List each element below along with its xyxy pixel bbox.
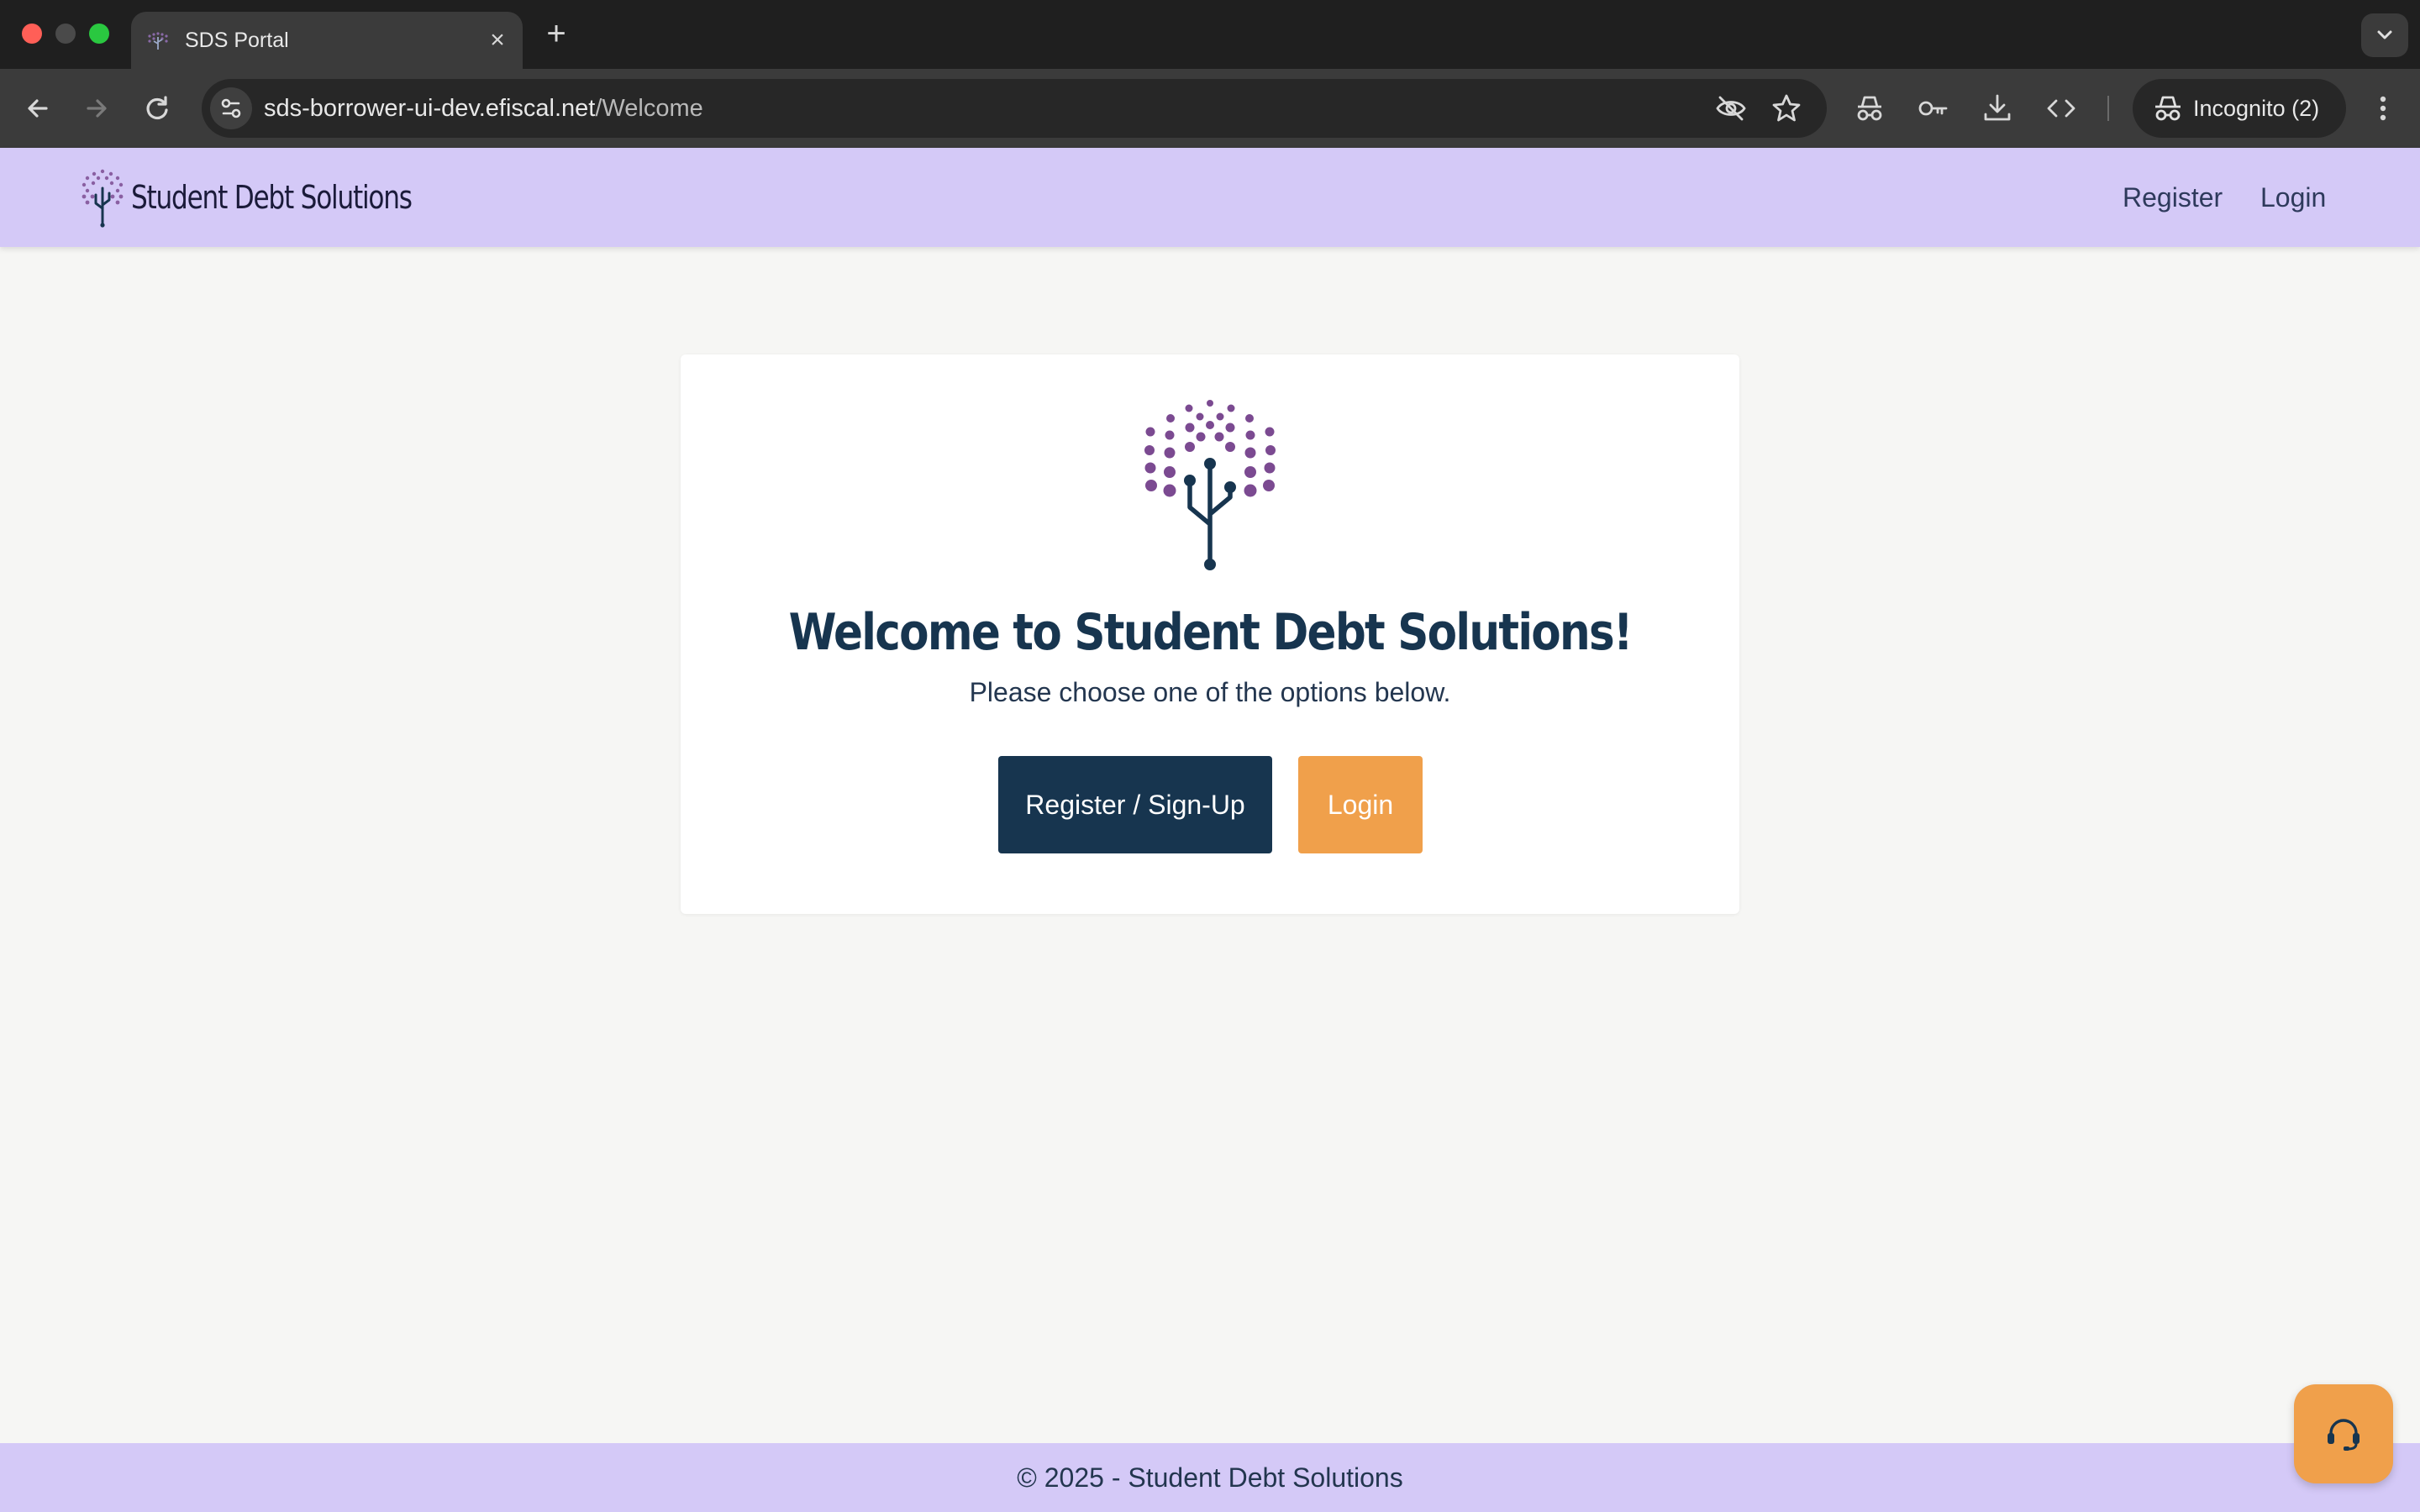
password-key-icon[interactable] bbox=[1914, 89, 1953, 128]
login-button[interactable]: Login bbox=[1298, 756, 1423, 853]
close-icon[interactable]: × bbox=[482, 25, 513, 55]
window-close-button[interactable] bbox=[22, 24, 42, 44]
profile-label: Incognito (2) bbox=[2193, 96, 2320, 121]
url-host: sds-borrower-ui-dev.efiscal.net bbox=[264, 95, 596, 122]
tree-logo-icon bbox=[1144, 400, 1276, 570]
toolbar-divider bbox=[2107, 96, 2109, 121]
url-text[interactable]: sds-borrower-ui-dev.efiscal.net/Welcome bbox=[264, 79, 703, 138]
window-minimize-button[interactable] bbox=[55, 24, 76, 44]
incognito-icon[interactable] bbox=[1850, 89, 1889, 128]
welcome-title-text: Welcome to Student Debt Solutions! bbox=[788, 603, 1633, 662]
register-signup-button[interactable]: Register / Sign-Up bbox=[998, 756, 1272, 853]
browser-tab-bar: SDS Portal × + bbox=[0, 0, 2420, 69]
tree-logo-icon[interactable] bbox=[79, 166, 126, 228]
incognito-icon bbox=[2155, 96, 2181, 121]
welcome-subtitle: Please choose one of the options below. bbox=[969, 677, 1451, 707]
back-arrow-icon[interactable] bbox=[18, 89, 57, 128]
site-header: Student Debt Solutions Register Login bbox=[0, 148, 2420, 247]
browser-tab-active[interactable]: SDS Portal × bbox=[131, 12, 523, 69]
window-zoom-button[interactable] bbox=[89, 24, 109, 44]
site-footer: © 2025 - Student Debt Solutions bbox=[0, 1443, 2420, 1512]
welcome-title: Welcome to Student Debt Solutions! bbox=[681, 603, 1739, 662]
profile-button[interactable]: Incognito (2) bbox=[2133, 79, 2346, 138]
forward-arrow-icon bbox=[87, 99, 107, 118]
download-icon[interactable] bbox=[1978, 89, 2017, 128]
headset-icon bbox=[2328, 1419, 2360, 1451]
tab-search-button[interactable] bbox=[2361, 13, 2408, 57]
eye-off-icon[interactable] bbox=[1712, 90, 1749, 127]
url-path: /Welcome bbox=[595, 95, 703, 122]
footer-copyright: © 2025 - Student Debt Solutions bbox=[1017, 1462, 1403, 1493]
kebab-menu-icon[interactable] bbox=[2368, 89, 2398, 128]
tree-logo-icon bbox=[148, 32, 168, 50]
site-info-icon bbox=[221, 98, 241, 118]
reload-icon[interactable] bbox=[138, 89, 176, 128]
chevron-down-icon bbox=[2377, 30, 2392, 39]
nav-login-link[interactable]: Login bbox=[2260, 148, 2326, 247]
brand-name[interactable]: Student Debt Solutions bbox=[131, 148, 413, 247]
site-info-button[interactable] bbox=[210, 87, 252, 129]
code-icon[interactable] bbox=[2042, 89, 2081, 128]
support-chat-button[interactable] bbox=[2294, 1384, 2393, 1483]
plus-icon[interactable]: + bbox=[539, 15, 573, 52]
address-bar[interactable]: sds-borrower-ui-dev.efiscal.net/Welcome bbox=[202, 79, 1827, 138]
welcome-card: Welcome to Student Debt Solutions! Pleas… bbox=[681, 354, 1739, 914]
tab-title: SDS Portal bbox=[185, 29, 289, 52]
nav-register-link[interactable]: Register bbox=[2123, 148, 2223, 247]
browser-toolbar: sds-borrower-ui-dev.efiscal.net/Welcome bbox=[0, 69, 2420, 148]
star-icon[interactable] bbox=[1768, 90, 1805, 127]
